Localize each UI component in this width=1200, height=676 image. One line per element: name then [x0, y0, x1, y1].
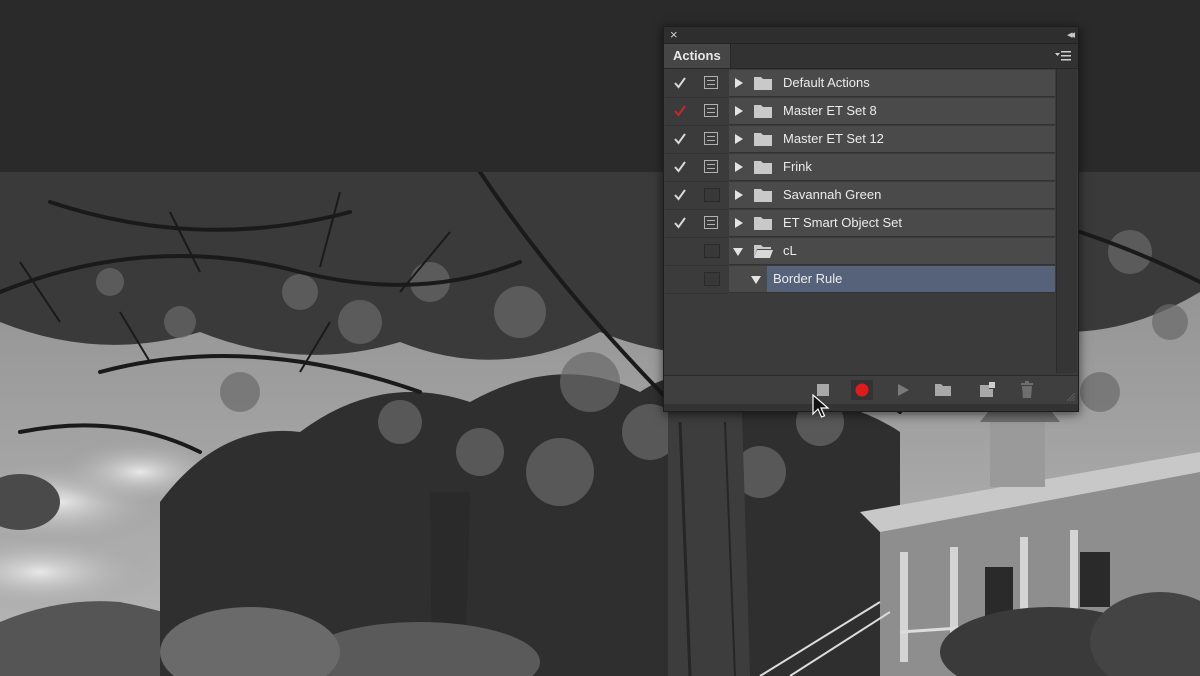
- expand-arrow-icon[interactable]: [735, 218, 743, 228]
- tab-actions[interactable]: Actions: [664, 44, 731, 68]
- dialog-toggle[interactable]: [697, 266, 727, 294]
- action-row[interactable]: Border Rule: [665, 266, 1055, 294]
- dialog-icon[interactable]: [704, 160, 718, 173]
- dialog-toggle[interactable]: [697, 238, 727, 266]
- item-toggle[interactable]: [665, 126, 695, 154]
- dialog-toggle[interactable]: [697, 98, 727, 126]
- dialog-icon[interactable]: [704, 104, 718, 117]
- panel-menu-icon[interactable]: [1054, 49, 1072, 63]
- item-toggle[interactable]: [665, 266, 695, 294]
- action-set-name-cell[interactable]: Frink: [729, 154, 1055, 181]
- open-folder-icon: [754, 245, 773, 258]
- play-icon[interactable]: [892, 380, 914, 400]
- dialog-toggle[interactable]: [697, 182, 727, 210]
- item-toggle[interactable]: [665, 154, 695, 182]
- folder-icon[interactable]: [932, 380, 954, 400]
- dialog-toggle[interactable]: [697, 154, 727, 182]
- record-icon[interactable]: [851, 380, 873, 400]
- folder-icon: [754, 77, 772, 90]
- expand-arrow-icon[interactable]: [735, 106, 743, 116]
- action-set-row[interactable]: Master ET Set 12: [665, 126, 1055, 154]
- dialog-icon[interactable]: [704, 132, 718, 145]
- check-icon[interactable]: [673, 76, 687, 90]
- action-set-name-cell[interactable]: Default Actions: [729, 70, 1055, 97]
- action-set-name-cell[interactable]: Savannah Green: [729, 182, 1055, 209]
- folder-icon: [754, 217, 772, 230]
- dialog-icon[interactable]: [704, 216, 718, 229]
- panel-footer: [664, 375, 1078, 404]
- action-set-label: ET Smart Object Set: [783, 215, 902, 230]
- dialog-empty-box[interactable]: [704, 188, 720, 202]
- check-icon[interactable]: [673, 216, 687, 230]
- action-set-row[interactable]: Frink: [665, 154, 1055, 182]
- action-set-name-cell[interactable]: Master ET Set 8: [729, 98, 1055, 125]
- expand-arrow-icon[interactable]: [735, 162, 743, 172]
- dialog-icon[interactable]: [704, 76, 718, 89]
- panel-title-bar[interactable]: × ◂◂: [664, 27, 1078, 44]
- action-set-row[interactable]: Savannah Green: [665, 182, 1055, 210]
- check-icon[interactable]: [673, 160, 687, 174]
- dialog-empty-box[interactable]: [704, 244, 720, 258]
- scrollbar[interactable]: [1056, 69, 1077, 373]
- action-set-row[interactable]: Master ET Set 8: [665, 98, 1055, 126]
- action-set-label: Master ET Set 12: [783, 131, 884, 146]
- action-set-row[interactable]: Default Actions: [665, 70, 1055, 98]
- action-set-row[interactable]: ET Smart Object Set: [665, 210, 1055, 238]
- action-name-cell[interactable]: Border Rule: [729, 266, 1055, 293]
- folder-icon: [754, 161, 772, 174]
- dialog-toggle[interactable]: [697, 70, 727, 98]
- check-icon[interactable]: [673, 104, 687, 118]
- check-icon[interactable]: [673, 188, 687, 202]
- trash-icon[interactable]: [1016, 380, 1038, 400]
- folder-icon: [754, 133, 772, 146]
- item-toggle[interactable]: [665, 98, 695, 126]
- actions-panel: × ◂◂ Actions Default Actions Master ET S…: [663, 26, 1079, 412]
- action-set-label: Default Actions: [783, 75, 870, 90]
- panel-bottom-strip: [664, 404, 1078, 411]
- action-label: Border Rule: [773, 271, 843, 286]
- item-toggle[interactable]: [665, 182, 695, 210]
- dialog-toggle[interactable]: [697, 210, 727, 238]
- collapse-arrow-icon[interactable]: [733, 248, 743, 256]
- mouse-cursor-icon: [812, 394, 830, 418]
- dialog-toggle[interactable]: [697, 126, 727, 154]
- action-set-name-cell[interactable]: ET Smart Object Set: [729, 210, 1055, 237]
- expand-arrow-icon[interactable]: [735, 78, 743, 88]
- item-toggle[interactable]: [665, 70, 695, 98]
- expand-arrow-icon[interactable]: [735, 134, 743, 144]
- action-set-label: Master ET Set 8: [783, 103, 877, 118]
- dialog-empty-box[interactable]: [704, 272, 720, 286]
- panel-tab-bar: Actions: [664, 44, 1078, 69]
- action-set-name-cell[interactable]: Master ET Set 12: [729, 126, 1055, 153]
- actions-list: Default Actions Master ET Set 8 Master E…: [665, 69, 1077, 399]
- folder-icon: [754, 105, 772, 118]
- resize-grip-icon[interactable]: [1066, 392, 1076, 402]
- check-icon[interactable]: [673, 132, 687, 146]
- item-toggle[interactable]: [665, 238, 695, 266]
- new-action-icon[interactable]: [976, 380, 998, 400]
- action-set-label: Savannah Green: [783, 187, 882, 202]
- expand-arrow-icon[interactable]: [735, 190, 743, 200]
- folder-icon: [754, 189, 772, 202]
- close-icon[interactable]: ×: [670, 27, 678, 43]
- action-set-label: cL: [783, 243, 797, 258]
- collapse-icon[interactable]: ◂◂: [1067, 27, 1075, 43]
- collapse-arrow-icon[interactable]: [751, 276, 761, 284]
- action-set-label: Frink: [783, 159, 812, 174]
- action-set-name-cell[interactable]: cL: [729, 238, 1055, 265]
- action-set-row[interactable]: cL: [665, 238, 1055, 266]
- item-toggle[interactable]: [665, 210, 695, 238]
